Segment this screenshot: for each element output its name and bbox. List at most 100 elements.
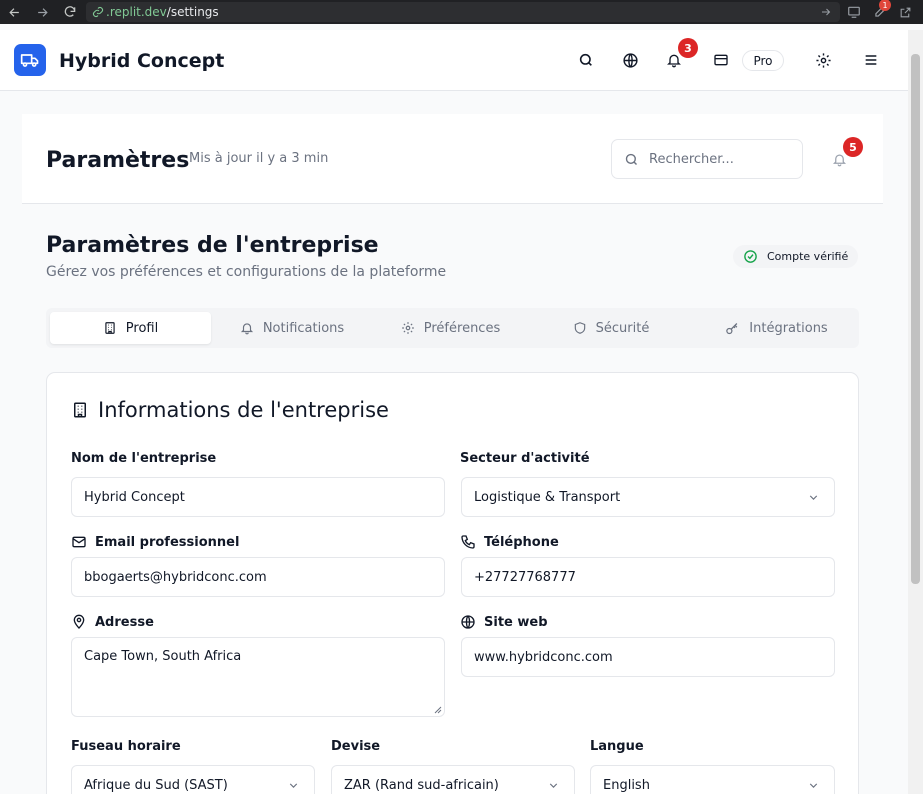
tab-notifications[interactable]: Notifications bbox=[211, 312, 373, 344]
tab-profile[interactable]: Profil bbox=[50, 312, 211, 344]
website-input[interactable]: www.hybridconc.com bbox=[461, 637, 835, 677]
section-title: Paramètres de l'entreprise bbox=[46, 233, 379, 258]
globe-icon bbox=[461, 615, 475, 629]
shield-icon bbox=[574, 322, 585, 334]
chevron-down-icon bbox=[809, 495, 818, 500]
email-value: bbogaerts@hybridconc.com bbox=[84, 569, 267, 585]
browser-toolbar: .replit.dev/settings 1 bbox=[0, 0, 923, 24]
check-circle-icon bbox=[744, 250, 757, 263]
plan-badge[interactable]: Pro bbox=[742, 50, 784, 71]
send-icon[interactable] bbox=[820, 6, 832, 18]
open-external-icon[interactable] bbox=[896, 3, 914, 21]
address-textarea[interactable]: Cape Town, South Africa bbox=[71, 637, 445, 717]
bell-icon[interactable] bbox=[832, 152, 847, 171]
tab-label: Intégrations bbox=[749, 320, 828, 336]
bell-icon bbox=[240, 323, 253, 335]
building-icon bbox=[74, 402, 86, 418]
tab-preferences[interactable]: Préférences bbox=[373, 312, 528, 344]
verified-badge: Compte vérifié bbox=[733, 245, 858, 268]
scrollbar-thumb[interactable] bbox=[911, 54, 920, 584]
mail-icon bbox=[72, 536, 86, 548]
gear-icon bbox=[401, 322, 414, 334]
logo[interactable] bbox=[14, 44, 46, 76]
globe-icon[interactable] bbox=[620, 50, 640, 70]
language-value: English bbox=[603, 777, 650, 793]
phone-label: Téléphone bbox=[460, 534, 559, 550]
sector-select[interactable]: Logistique & Transport bbox=[461, 477, 835, 517]
tab-label: Sécurité bbox=[595, 320, 650, 336]
phone-label-text: Téléphone bbox=[484, 534, 559, 550]
address-bar[interactable]: .replit.dev/settings bbox=[86, 2, 840, 22]
link-icon bbox=[92, 6, 104, 18]
address-label-text: Adresse bbox=[95, 614, 154, 630]
last-updated-text: Mis à jour il y a 3 min bbox=[189, 151, 329, 166]
search-icon bbox=[625, 153, 637, 165]
timezone-label: Fuseau horaire bbox=[71, 739, 181, 754]
timezone-label-text: Fuseau horaire bbox=[71, 739, 181, 754]
settings-icon[interactable] bbox=[813, 50, 833, 70]
timezone-value: Afrique du Sud (SAST) bbox=[84, 777, 228, 793]
website-value: www.hybridconc.com bbox=[474, 649, 613, 665]
email-input[interactable]: bbogaerts@hybridconc.com bbox=[71, 557, 445, 597]
tab-label: Profil bbox=[125, 320, 159, 336]
brand-name[interactable]: Hybrid Concept bbox=[59, 50, 224, 72]
chevron-down-icon bbox=[809, 783, 818, 788]
search-icon[interactable] bbox=[576, 50, 596, 70]
company-name-label-text: Nom de l'entreprise bbox=[71, 451, 217, 466]
sector-label-text: Secteur d'activité bbox=[460, 451, 590, 466]
cast-icon[interactable] bbox=[845, 3, 863, 21]
company-info-card: Informations de l'entreprise Nom de l'en… bbox=[46, 372, 859, 794]
tab-integrations[interactable]: Intégrations bbox=[694, 312, 859, 344]
tab-security[interactable]: Sécurité bbox=[528, 312, 694, 344]
resize-handle-icon[interactable] bbox=[434, 706, 442, 714]
email-label-text: Email professionnel bbox=[95, 534, 240, 550]
currency-value: ZAR (Rand sud-africain) bbox=[344, 777, 499, 793]
phone-icon bbox=[461, 535, 475, 549]
language-select[interactable]: English bbox=[590, 765, 835, 794]
phone-value: +27727768777 bbox=[474, 569, 576, 585]
map-pin-icon bbox=[73, 614, 85, 629]
company-name-value: Hybrid Concept bbox=[84, 489, 185, 505]
chevron-down-icon bbox=[289, 783, 298, 788]
building-icon bbox=[105, 322, 115, 334]
url-domain: .replit.dev bbox=[106, 5, 167, 19]
menu-icon[interactable] bbox=[861, 50, 881, 70]
bell-count-badge: 5 bbox=[843, 137, 863, 157]
settings-tabs: Profil Notifications Préférences Sécurit… bbox=[46, 308, 859, 348]
company-name-input[interactable]: Hybrid Concept bbox=[71, 477, 445, 517]
currency-label: Devise bbox=[331, 739, 380, 754]
website-label-text: Site web bbox=[484, 614, 548, 630]
card-title-text: Informations de l'entreprise bbox=[98, 398, 389, 422]
section-subtitle: Gérez vos préférences et configurations … bbox=[46, 264, 447, 280]
page-title-bar: Paramètres Mis à jour il y a 3 min 5 bbox=[22, 114, 883, 204]
truck-icon bbox=[20, 54, 39, 67]
page-title: Paramètres bbox=[46, 148, 190, 173]
extension-badge: 1 bbox=[879, 0, 891, 11]
language-label-text: Langue bbox=[590, 739, 644, 754]
verified-label: Compte vérifié bbox=[767, 250, 849, 263]
reload-icon[interactable] bbox=[61, 3, 79, 21]
email-label: Email professionnel bbox=[71, 534, 239, 550]
forward-icon[interactable] bbox=[33, 3, 51, 21]
currency-select[interactable]: ZAR (Rand sud-africain) bbox=[331, 765, 575, 794]
url-path: /settings bbox=[166, 5, 219, 19]
sector-value: Logistique & Transport bbox=[474, 489, 621, 505]
page-scrollbar[interactable] bbox=[908, 30, 923, 794]
sector-label: Secteur d'activité bbox=[460, 451, 590, 466]
credit-card-icon[interactable] bbox=[711, 50, 731, 70]
back-icon[interactable] bbox=[5, 3, 23, 21]
card-title: Informations de l'entreprise bbox=[71, 398, 389, 422]
tab-label: Notifications bbox=[262, 320, 345, 336]
timezone-select[interactable]: Afrique du Sud (SAST) bbox=[71, 765, 315, 794]
search-input[interactable] bbox=[649, 151, 779, 167]
website-label: Site web bbox=[460, 614, 548, 630]
chevron-down-icon bbox=[549, 783, 558, 788]
language-label: Langue bbox=[590, 739, 644, 754]
company-name-label: Nom de l'entreprise bbox=[71, 451, 216, 466]
notification-count-badge: 3 bbox=[678, 38, 698, 58]
tab-label: Préférences bbox=[423, 320, 501, 336]
address-value: Cape Town, South Africa bbox=[84, 649, 242, 664]
currency-label-text: Devise bbox=[331, 739, 381, 754]
phone-input[interactable]: +27727768777 bbox=[461, 557, 835, 597]
search-field[interactable] bbox=[611, 139, 803, 179]
